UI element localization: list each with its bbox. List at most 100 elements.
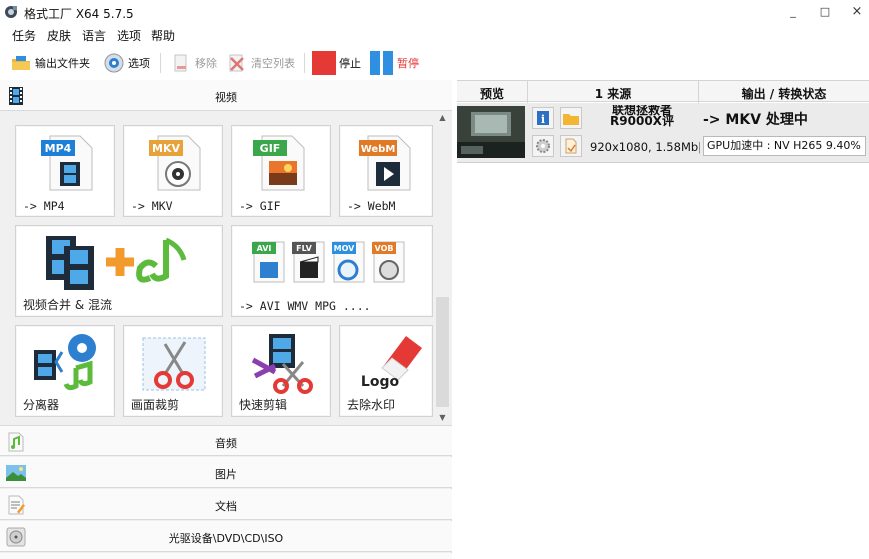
tile-grid-scrollbar[interactable]: ▲ ▼ [433, 111, 452, 425]
category-audio[interactable]: 音频 [0, 425, 452, 456]
category-image[interactable]: 图片 [0, 457, 452, 488]
preview-image-icon [457, 106, 525, 158]
remove-document-icon [174, 54, 187, 72]
task-settings-button[interactable] [532, 135, 554, 157]
header-source[interactable]: 1 来源 [528, 85, 698, 102]
pause-label: 暂停 [397, 57, 419, 70]
category-more[interactable] [0, 553, 452, 559]
quick-clip-icon [251, 334, 313, 394]
maximize-button[interactable]: □ [811, 3, 839, 21]
options-button[interactable]: 选项 [103, 51, 150, 75]
source-filename: 联想拯救者 R9000X评 [590, 105, 694, 129]
source-file-info: 920x1080, 1.58Mb| [590, 140, 700, 154]
tile-to-avi-wmv-mpg-label: -> AVI WMV MPG .... [239, 299, 371, 313]
output-folder-button[interactable]: 输出文件夹 [10, 51, 90, 75]
category-video-label: 视频 [215, 91, 237, 104]
mp4-file-icon: MP4 [41, 135, 93, 191]
options-gear-icon [104, 53, 124, 73]
mkv-file-icon: MKV [149, 135, 201, 191]
pause-button[interactable]: 暂停 [370, 51, 419, 75]
toolbar: 输出文件夹 选项 移除 清空列表 停止 暂停 [0, 47, 869, 79]
pause-icon [370, 51, 394, 75]
gif-file-icon: GIF [253, 135, 305, 191]
info-icon: i [537, 111, 549, 126]
eraser-icon: Logo [361, 336, 422, 390]
svg-text:Logo: Logo [361, 374, 400, 390]
gear-icon [536, 139, 550, 153]
tile-to-mp4-label: -> MP4 [23, 199, 65, 213]
output-file-button[interactable] [560, 135, 582, 157]
tile-remove-watermark-label: 去除水印 [347, 398, 396, 412]
stop-icon [312, 51, 336, 75]
menu-skin[interactable]: 皮肤 [47, 27, 71, 44]
menu-language[interactable]: 语言 [82, 27, 106, 44]
output-folder-label: 输出文件夹 [35, 57, 90, 70]
remove-button[interactable]: 移除 [170, 51, 217, 75]
scroll-down-arrow-icon[interactable]: ▼ [433, 411, 452, 425]
menu-task[interactable]: 任务 [12, 27, 36, 44]
tile-crop-label: 画面裁剪 [131, 398, 180, 412]
category-disc-label: 光驱设备\DVD\CD\ISO [168, 532, 284, 545]
task-row[interactable]: i 联想拯救者 R9000X评 920x1080, 1.58Mb| -> MKV… [457, 103, 869, 163]
svg-text:MOV: MOV [334, 244, 356, 253]
gpu-progress-status: GPU加速中 : NV H265 9.40% [703, 136, 866, 156]
video-preview-thumbnail[interactable] [457, 106, 525, 158]
open-folder-button[interactable] [560, 107, 582, 129]
video-tile-grid: MP4 -> MP4 MKV -> MKV GIF -> GIF WebM ->… [0, 111, 433, 425]
tile-remove-watermark[interactable]: Logo 去除水印 [339, 325, 433, 417]
svg-text:AVI: AVI [257, 244, 272, 253]
svg-text:FLV: FLV [296, 244, 312, 253]
stop-button[interactable]: 停止 [312, 51, 361, 75]
svg-text:MP4: MP4 [45, 142, 72, 155]
scroll-thumb[interactable] [436, 297, 449, 407]
close-button[interactable]: × [843, 3, 869, 21]
webm-file-icon: WebM [359, 135, 411, 191]
tile-splitter[interactable]: 分离器 [15, 325, 115, 417]
category-disc[interactable]: 光驱设备\DVD\CD\ISO [0, 521, 452, 552]
tile-to-mkv-label: -> MKV [131, 199, 173, 213]
clear-list-button[interactable]: 清空列表 [226, 51, 295, 75]
svg-text:VOB: VOB [375, 244, 394, 253]
tile-crop[interactable]: 画面裁剪 [123, 325, 223, 417]
category-video[interactable]: 视频 [0, 80, 452, 111]
header-output-status[interactable]: 输出 / 转换状态 [699, 85, 869, 102]
tile-quick-clip-label: 快速剪辑 [239, 398, 288, 412]
menu-bar: 任务 皮肤 语言 选项 帮助 [0, 25, 869, 45]
clear-x-icon [229, 54, 244, 72]
menu-options[interactable]: 选项 [117, 27, 141, 44]
toolbar-separator [160, 53, 161, 73]
svg-text:GIF: GIF [260, 142, 281, 155]
header-preview[interactable]: 预览 [457, 85, 527, 102]
tile-to-mkv[interactable]: MKV -> MKV [123, 125, 223, 217]
tile-to-webm-label: -> WebM [347, 199, 396, 213]
options-label: 选项 [128, 57, 150, 70]
tile-video-merge-label: 视频合并 & 混流 [23, 298, 112, 312]
tile-quick-clip[interactable]: 快速剪辑 [231, 325, 331, 417]
category-document[interactable]: 文档 [0, 489, 452, 520]
conversion-panel: 视频 MP4 -> MP4 MKV -> MKV GIF -> GIF WebM… [0, 80, 452, 559]
svg-text:WebM: WebM [361, 144, 396, 155]
tile-to-mp4[interactable]: MP4 -> MP4 [15, 125, 115, 217]
multi-format-icon: AVI FLV MOV VOB [252, 241, 405, 283]
folder-icon [563, 114, 579, 125]
tile-to-gif[interactable]: GIF -> GIF [231, 125, 331, 217]
clear-list-label: 清空列表 [251, 57, 295, 70]
stop-label: 停止 [339, 57, 361, 70]
task-table-header: 预览 1 来源 输出 / 转换状态 [457, 80, 869, 103]
tile-to-webm[interactable]: WebM -> WebM [339, 125, 433, 217]
gpu-progress-label: GPU加速中 : NV H265 9.40% [707, 139, 861, 152]
window-title: 格式工厂 X64 5.7.5 [24, 7, 134, 21]
category-audio-label: 音频 [215, 437, 237, 450]
menu-help[interactable]: 帮助 [151, 27, 175, 44]
info-button[interactable]: i [532, 107, 554, 129]
minimize-button[interactable]: _ [779, 3, 807, 21]
category-image-label: 图片 [215, 468, 237, 481]
tile-video-merge[interactable]: 视频合并 & 混流 [15, 225, 223, 317]
splitter-icon [34, 334, 96, 391]
tile-splitter-label: 分离器 [23, 398, 60, 412]
scroll-up-arrow-icon[interactable]: ▲ [433, 111, 452, 125]
remove-label: 移除 [195, 57, 217, 70]
category-document-label: 文档 [215, 500, 237, 513]
video-merge-icon [46, 236, 187, 290]
tile-to-avi-wmv-mpg[interactable]: AVI FLV MOV VOB -> AVI WMV MPG .... [231, 225, 433, 317]
